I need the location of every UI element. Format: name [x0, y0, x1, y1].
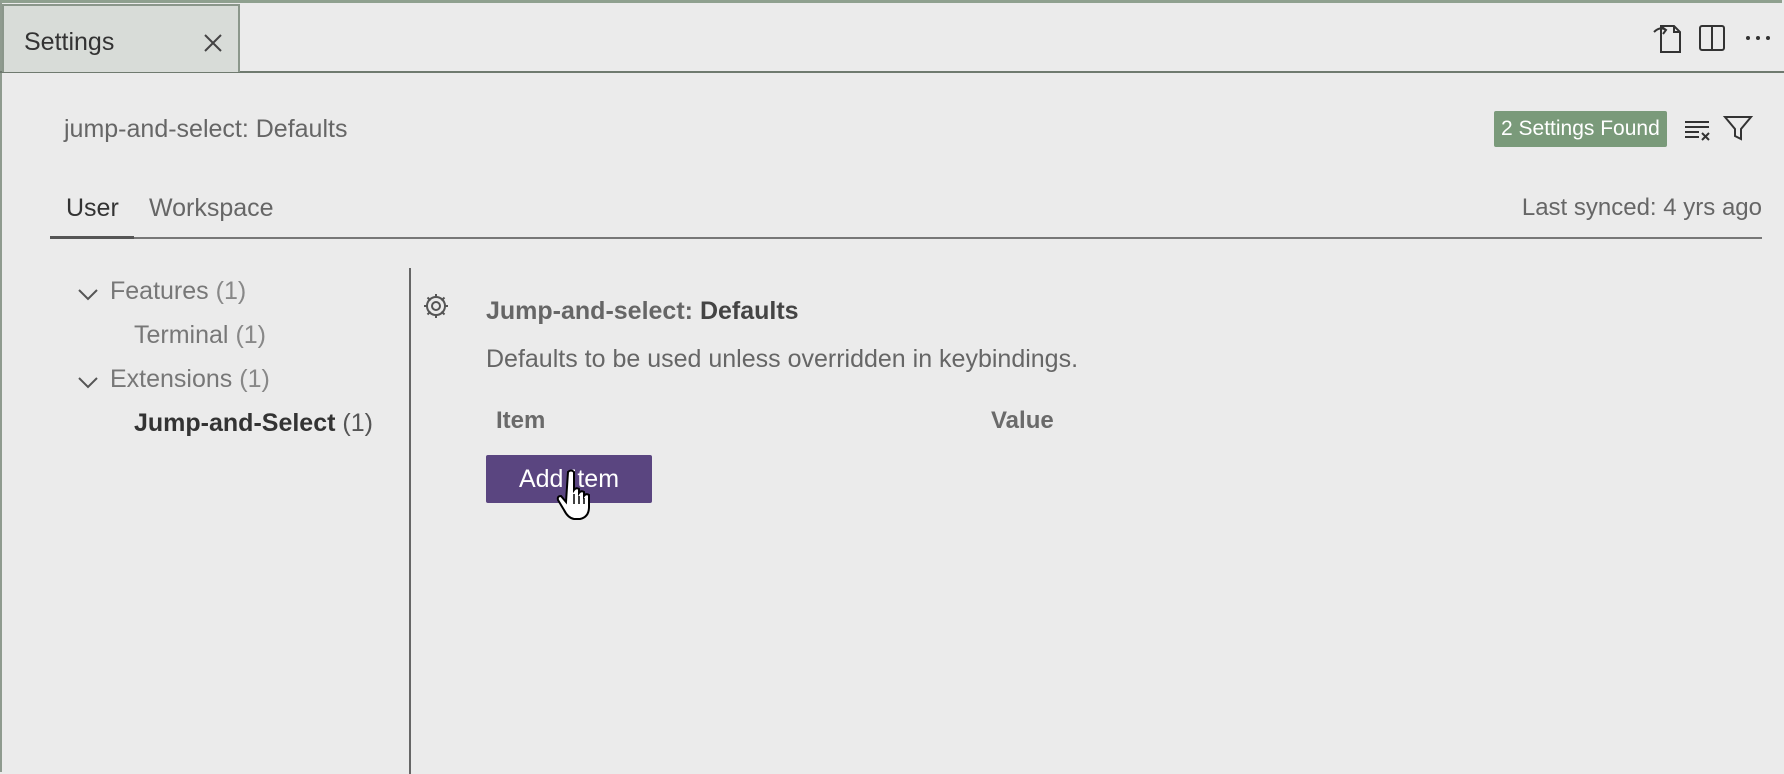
- setting-title: Jump-and-select: Defaults: [486, 297, 799, 326]
- last-synced-label: Last synced: 4 yrs ago: [1521, 194, 1762, 221]
- toc-item-jump-and-select[interactable]: Jump-and-Select (1): [134, 409, 373, 438]
- close-icon[interactable]: [200, 30, 226, 56]
- toc-item-label: Jump-and-Select: [134, 409, 336, 437]
- toc-item-count: (1): [239, 365, 270, 393]
- gear-icon[interactable]: [420, 290, 452, 322]
- toc-item-count: (1): [235, 321, 266, 349]
- setting-category: Jump-and-select:: [486, 297, 700, 325]
- chevron-down-icon[interactable]: [76, 282, 100, 306]
- chevron-down-icon[interactable]: [76, 370, 100, 394]
- setting-name: Defaults: [699, 297, 799, 325]
- toc-item-count: (1): [215, 277, 247, 305]
- toc-item-extensions[interactable]: Extensions (1): [110, 365, 270, 394]
- column-header-value: Value: [991, 407, 1054, 434]
- settings-tab[interactable]: Settings: [2, 4, 240, 72]
- hand-cursor-icon: [556, 469, 590, 520]
- toc-divider[interactable]: [409, 268, 411, 774]
- toc-item-count: (1): [342, 409, 373, 437]
- toc-item-terminal[interactable]: Terminal (1): [134, 321, 266, 350]
- open-settings-json-icon[interactable]: [1650, 20, 1686, 56]
- setting-description: Defaults to be used unless overridden in…: [486, 345, 1079, 373]
- tab-workspace[interactable]: Workspace: [149, 194, 274, 223]
- search-query[interactable]: jump-and-select: Defaults: [64, 115, 347, 144]
- more-actions-icon[interactable]: [1740, 20, 1776, 56]
- toc-item-label: Features: [110, 277, 209, 305]
- toc-item-features[interactable]: Features (1): [110, 277, 246, 306]
- toc-item-label: Terminal: [134, 321, 229, 349]
- active-tab-underline: [50, 236, 134, 239]
- toc-item-label: Extensions: [110, 365, 233, 393]
- tab-user[interactable]: User: [66, 194, 119, 223]
- scope-tabs: User Workspace Last synced: 4 yrs ago: [50, 186, 1762, 239]
- column-header-item: Item: [496, 407, 546, 434]
- editor-tab-bar: Settings: [0, 0, 1784, 73]
- split-editor-icon[interactable]: [1694, 20, 1730, 56]
- settings-found-badge: 2 Settings Found: [1494, 111, 1667, 147]
- clear-search-icon[interactable]: [1682, 113, 1714, 145]
- tab-label: Settings: [24, 28, 115, 56]
- filter-icon[interactable]: [1722, 112, 1754, 144]
